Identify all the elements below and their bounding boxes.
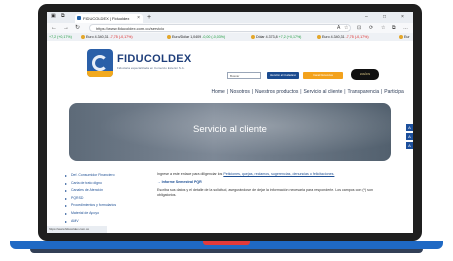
sidebar-item-consumidor[interactable]: Def. Consumidor Financiero bbox=[65, 172, 155, 180]
reload-button[interactable]: ↻ bbox=[75, 23, 80, 33]
close-window-button[interactable]: × bbox=[401, 12, 404, 22]
collections-icon[interactable]: ⧉ bbox=[392, 23, 396, 33]
tab-list-icon[interactable]: ⧉ bbox=[61, 13, 65, 19]
sidebar-menu: Def. Consumidor Financiero Carta de trat… bbox=[65, 172, 155, 225]
tab-bar: ▣ ⧉ FIDUCOLDEX | Fiduoldex × + – □ × bbox=[47, 12, 413, 23]
euro-dollar-icon bbox=[167, 35, 171, 40]
laptop-shadow bbox=[30, 249, 423, 253]
currency-ticker: +7,2 (+0,17%) Euro 4.340,31 -7,75 (-0,17… bbox=[47, 33, 413, 41]
fiducoldex-logo-icon[interactable] bbox=[87, 49, 113, 77]
url-input[interactable]: https://www.fiducoldex.com.co/servicio bbox=[89, 24, 351, 32]
ticker-item: Eur bbox=[399, 33, 410, 41]
sidebar-item-material[interactable]: Material de Apoyo bbox=[65, 210, 155, 218]
instructions-paragraph: Escriba sus datos y el detalle de la sol… bbox=[157, 188, 373, 197]
dollar-icon bbox=[251, 35, 255, 40]
semester-report-link[interactable]: → Informe Semestral PQR bbox=[157, 180, 202, 184]
sidebar-item-canales[interactable]: Canales de Atención bbox=[65, 187, 155, 195]
nav-transparencia[interactable]: Transparencia bbox=[347, 89, 379, 95]
ticker-item: +7,2 (+0,17%) bbox=[49, 35, 72, 39]
favicon-icon bbox=[77, 16, 81, 20]
maximize-button[interactable]: □ bbox=[383, 12, 386, 22]
more-menu-icon[interactable]: … bbox=[403, 23, 408, 33]
nav-productos[interactable]: Nuestros productos bbox=[255, 89, 298, 95]
accessibility-tab[interactable]: A bbox=[406, 142, 413, 149]
logo-text[interactable]: FIDUCOLDEX bbox=[117, 53, 192, 65]
refresh-icon[interactable]: ⟳ bbox=[369, 23, 373, 33]
intro-paragraph: Ingrese a este enlace para diligenciar l… bbox=[157, 172, 335, 176]
read-aloud-icon[interactable]: A bbox=[337, 23, 340, 33]
euro-icon bbox=[81, 35, 85, 40]
split-screen-icon[interactable]: ⊡ bbox=[357, 23, 361, 33]
sidebar-item-amv[interactable]: AMV bbox=[65, 218, 155, 226]
back-button[interactable]: ← bbox=[51, 23, 57, 33]
forward-button[interactable]: → bbox=[63, 23, 69, 33]
ticker-item: Euro 4.340,31 -7,75 (-0,17%) bbox=[81, 33, 133, 41]
minimize-button[interactable]: – bbox=[365, 12, 368, 22]
search-input[interactable]: Buscar bbox=[227, 72, 261, 79]
sidebar-item-procedimientos[interactable]: Procedimientos y formularios bbox=[65, 202, 155, 210]
complaints-channel-button[interactable]: Canal Denuncias bbox=[303, 72, 343, 79]
tab-title: FIDUCOLDEX | Fiduoldex bbox=[83, 16, 130, 21]
nav-servicio[interactable]: Servicio al cliente bbox=[303, 89, 342, 95]
anniversary-badge: 20AÑOS bbox=[351, 69, 379, 80]
hero-banner: Servicio al cliente bbox=[69, 103, 391, 161]
tab-close-icon[interactable]: × bbox=[137, 14, 140, 23]
ticker-item: Euro/Dólar 1,0409 -0,00 (-0,03%) bbox=[167, 33, 225, 41]
nav-home[interactable]: Home bbox=[212, 89, 225, 95]
pqr-form-link[interactable]: Peticiones, quejas, reclamos, sugerencia… bbox=[223, 172, 334, 176]
nav-participa[interactable]: Participa bbox=[384, 89, 403, 95]
nav-nosotros[interactable]: Nosotros bbox=[230, 89, 250, 95]
sidebar-item-trato-digno[interactable]: Carta de trato digno bbox=[65, 180, 155, 188]
status-bar: https://www.fiducoldex.com.co bbox=[47, 226, 107, 233]
euro-icon bbox=[399, 35, 403, 40]
favorites-list-icon[interactable]: ☆ bbox=[381, 23, 385, 33]
browser-tab[interactable]: FIDUCOLDEX | Fiduoldex × bbox=[75, 14, 143, 23]
ticker-item: Dólar 4.373,8 +7,2 (+0,17%) bbox=[251, 33, 301, 41]
page-title: Servicio al cliente bbox=[193, 124, 267, 135]
browser-window: ▣ ⧉ FIDUCOLDEX | Fiduoldex × + – □ × ← →… bbox=[47, 12, 413, 233]
site-header: FIDUCOLDEX Fiduciaria especializada en C… bbox=[47, 41, 413, 96]
ticker-item: Euro 4.340,31 -7,75 (-0,17%) bbox=[317, 33, 369, 41]
laptop-notch bbox=[203, 241, 250, 245]
report-link-paragraph: → Informe Semestral PQR bbox=[157, 180, 377, 185]
main-navigation: Home | Nosotros | Nuestros productos | S… bbox=[211, 89, 404, 95]
accessibility-tab[interactable]: A bbox=[406, 124, 413, 131]
main-content: Ingrese a este enlace para diligenciar l… bbox=[157, 172, 377, 201]
accessibility-tab[interactable]: A bbox=[406, 133, 413, 140]
new-tab-button[interactable]: + bbox=[147, 12, 151, 23]
logo-subtitle: Fiduciaria especializada en Comercio Ext… bbox=[117, 66, 185, 70]
citizen-attention-button[interactable]: Atención al Ciudadano bbox=[267, 72, 299, 79]
favorite-icon[interactable]: ☆ bbox=[344, 23, 348, 33]
sidebar-item-pqrsd[interactable]: PQRSD bbox=[65, 195, 155, 203]
euro-icon bbox=[317, 35, 321, 40]
window-menu-icon[interactable]: ▣ bbox=[51, 13, 56, 19]
